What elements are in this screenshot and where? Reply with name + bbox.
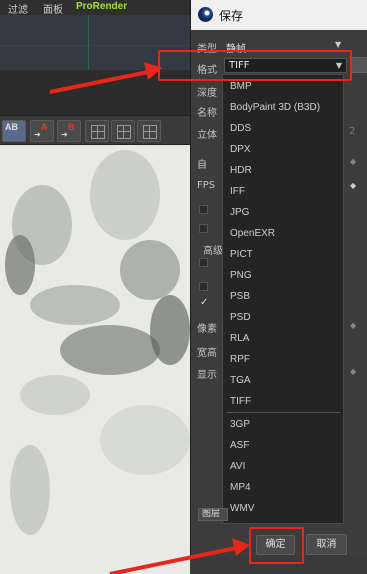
annotation-arrows xyxy=(49,62,250,574)
arrow-to-format-icon xyxy=(49,62,162,94)
arrow-to-ok-icon xyxy=(109,538,250,574)
